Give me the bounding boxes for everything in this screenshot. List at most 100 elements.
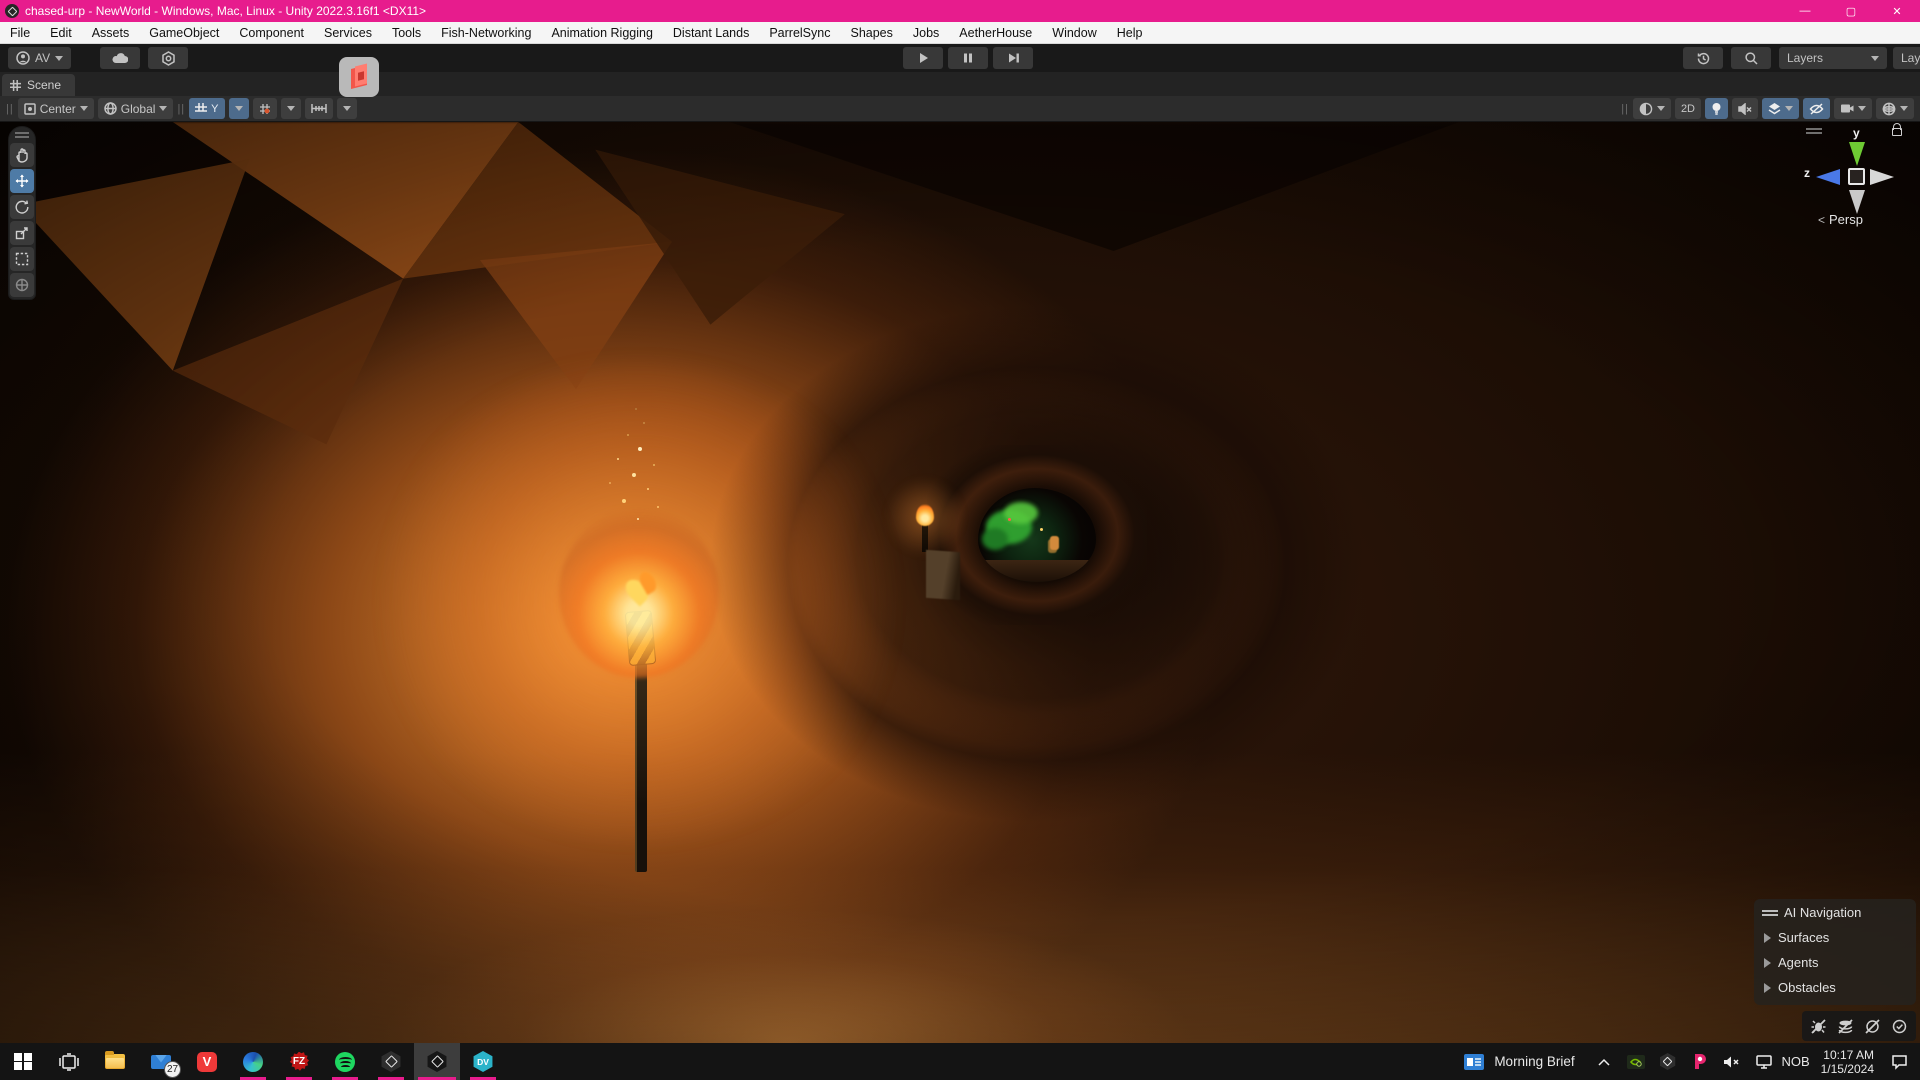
view-hand-tool[interactable]	[10, 143, 34, 167]
draw-mode-dropdown[interactable]	[1633, 98, 1671, 119]
notification-center-button[interactable]	[1884, 1043, 1914, 1080]
language-indicator[interactable]: NOB	[1781, 1043, 1811, 1080]
rect-tool[interactable]	[10, 247, 34, 271]
audio-toggle[interactable]	[1732, 98, 1758, 119]
grid-settings-dropdown[interactable]	[229, 98, 249, 119]
increment-snap-button[interactable]	[305, 98, 333, 119]
menu-animation-rigging[interactable]: Animation Rigging	[541, 26, 662, 40]
effects-layers-icon	[1768, 102, 1781, 115]
toolbar-drag-handle[interactable]: ||	[6, 103, 14, 115]
scene-lighting-toggle[interactable]	[1705, 98, 1728, 119]
unity-editor-button[interactable]	[414, 1043, 460, 1080]
nav-section-agents[interactable]: Agents	[1764, 955, 1908, 970]
menu-gameobject[interactable]: GameObject	[139, 26, 229, 40]
clock[interactable]: 10:17 AM 1/15/2024	[1813, 1048, 1882, 1076]
menu-distant-lands[interactable]: Distant Lands	[663, 26, 759, 40]
layers-disabled-icon[interactable]	[1837, 1018, 1854, 1035]
gizmo-x-axis-cone[interactable]	[1870, 169, 1894, 185]
overlay-drag-handle[interactable]	[15, 132, 29, 138]
menu-jobs[interactable]: Jobs	[903, 26, 949, 40]
nav-section-obstacles[interactable]: Obstacles	[1764, 980, 1908, 995]
menu-services[interactable]: Services	[314, 26, 382, 40]
close-button[interactable]: ✕	[1874, 0, 1920, 22]
bug-disabled-icon[interactable]	[1810, 1018, 1827, 1035]
tool-handle-position-dropdown[interactable]: Center	[18, 98, 94, 119]
gizmos-dropdown[interactable]	[1876, 98, 1914, 119]
floating-asset-icon[interactable]	[339, 57, 379, 97]
orientation-gizmo[interactable]: y z < Persp	[1804, 124, 1908, 228]
news-widget-button[interactable]: Morning Brief	[1452, 1043, 1586, 1080]
unity-hub-button[interactable]	[368, 1043, 414, 1080]
start-button[interactable]	[0, 1043, 46, 1080]
edge-button[interactable]	[230, 1043, 276, 1080]
gizmo-drag-handle[interactable]	[1806, 128, 1822, 134]
dv-app-icon: DV	[473, 1051, 494, 1072]
layout-dropdown[interactable]: Layout	[1893, 47, 1920, 69]
camera-settings-dropdown[interactable]	[1834, 98, 1872, 119]
minimize-button[interactable]: —	[1782, 0, 1828, 22]
overlay-drag-handle[interactable]	[1762, 910, 1778, 916]
scene-viewport[interactable]: y z < Persp AI Navigation Surfaces Agent…	[0, 122, 1920, 1043]
menu-window[interactable]: Window	[1042, 26, 1106, 40]
menu-shapes[interactable]: Shapes	[840, 26, 902, 40]
dv-app-button[interactable]: DV	[460, 1043, 506, 1080]
tool-handle-rotation-dropdown[interactable]: Global	[98, 98, 174, 119]
snap-settings-dropdown[interactable]	[281, 98, 301, 119]
file-explorer-button[interactable]	[92, 1043, 138, 1080]
tray-volume-button[interactable]	[1717, 1043, 1747, 1080]
gizmo-center-cube[interactable]	[1848, 168, 1865, 185]
step-button[interactable]	[993, 47, 1033, 69]
check-circle-icon[interactable]	[1891, 1018, 1908, 1035]
tray-network-button[interactable]	[1749, 1043, 1779, 1080]
menu-edit[interactable]: Edit	[40, 26, 82, 40]
menu-file[interactable]: File	[0, 26, 40, 40]
search-button[interactable]	[1731, 47, 1771, 69]
menu-parrelsync[interactable]: ParrelSync	[759, 26, 840, 40]
tab-scene[interactable]: Scene	[2, 74, 75, 96]
toolbar-drag-handle-right[interactable]: ||	[1621, 103, 1629, 115]
overlay-disabled-icon[interactable]	[1864, 1018, 1881, 1035]
toolbar-separator: ||	[177, 103, 185, 115]
menu-component[interactable]: Component	[229, 26, 314, 40]
menu-help[interactable]: Help	[1107, 26, 1153, 40]
spotify-button[interactable]	[322, 1043, 368, 1080]
scene-visibility-toggle[interactable]	[1803, 98, 1830, 119]
menu-assets[interactable]: Assets	[82, 26, 140, 40]
tray-nvidia-button[interactable]	[1621, 1043, 1651, 1080]
transform-tool[interactable]	[10, 273, 34, 297]
layers-dropdown[interactable]: Layers	[1779, 47, 1887, 69]
lock-icon[interactable]	[1892, 128, 1902, 136]
maximize-button[interactable]: ▢	[1828, 0, 1874, 22]
task-view-button[interactable]	[46, 1043, 92, 1080]
menu-tools[interactable]: Tools	[382, 26, 431, 40]
play-button[interactable]	[903, 47, 943, 69]
grid-visibility-toggle[interactable]: Y	[189, 98, 224, 119]
filezilla-icon: FZ	[289, 1052, 309, 1072]
menu-aetherhouse[interactable]: AetherHouse	[949, 26, 1042, 40]
vivaldi-button[interactable]: V	[184, 1043, 230, 1080]
services-button[interactable]	[148, 47, 188, 69]
effects-toggle[interactable]	[1762, 98, 1799, 119]
tray-pink-app-button[interactable]	[1685, 1043, 1715, 1080]
tray-unity-button[interactable]	[1653, 1043, 1683, 1080]
2d-mode-toggle[interactable]: 2D	[1675, 98, 1701, 119]
projection-toggle[interactable]: < Persp	[1818, 212, 1863, 227]
tray-show-hidden-button[interactable]	[1589, 1043, 1619, 1080]
mail-button[interactable]: 27	[138, 1043, 184, 1080]
version-history-button[interactable]	[1683, 47, 1723, 69]
account-button[interactable]: AV	[8, 47, 71, 69]
increment-snap-dropdown[interactable]	[337, 98, 357, 119]
cloud-button[interactable]	[100, 47, 140, 69]
snap-toggle[interactable]	[253, 98, 277, 119]
pause-button[interactable]	[948, 47, 988, 69]
scale-tool[interactable]	[10, 221, 34, 245]
menu-fish-networking[interactable]: Fish-Networking	[431, 26, 541, 40]
obstacles-label: Obstacles	[1778, 980, 1836, 995]
nav-section-surfaces[interactable]: Surfaces	[1764, 930, 1908, 945]
move-tool[interactable]	[10, 169, 34, 193]
gizmo-down-axis-cone[interactable]	[1849, 190, 1865, 214]
gizmo-z-axis-cone[interactable]	[1816, 169, 1840, 185]
gizmo-y-axis-cone[interactable]	[1849, 142, 1865, 166]
rotate-tool[interactable]	[10, 195, 34, 219]
filezilla-button[interactable]: FZ	[276, 1043, 322, 1080]
